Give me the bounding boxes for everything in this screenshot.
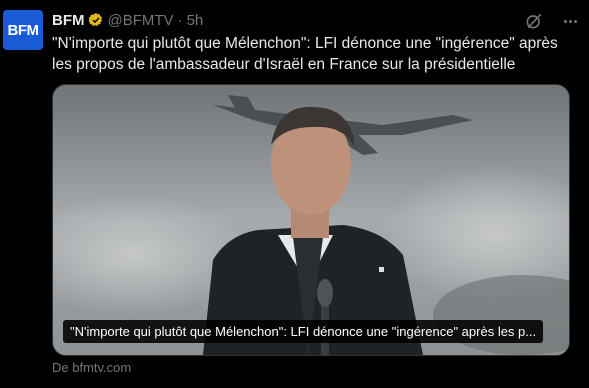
link-source[interactable]: De bfmtv.com [52, 360, 131, 375]
media-caption: "N'importe qui plutôt que Mélenchon": LF… [63, 320, 544, 343]
avatar-text: BFM [7, 21, 40, 39]
media-image [53, 85, 569, 355]
media-card[interactable]: "N'importe qui plutôt que Mélenchon": LF… [52, 84, 570, 356]
more-dot [563, 19, 567, 23]
verified-badge-icon [88, 13, 102, 26]
more-icon[interactable] [559, 11, 581, 31]
timestamp[interactable]: 5h [187, 12, 204, 29]
grok-icon[interactable] [524, 11, 544, 31]
separator-dot: · [177, 11, 183, 29]
tweet-header: BFM @BFMTV · 5h [52, 10, 203, 30]
tweet-text: "N'importe qui plutôt que Mélenchon": LF… [52, 35, 558, 73]
tweet[interactable]: BFM BFM @BFMTV · 5h "N'importe qui plutô… [0, 0, 589, 388]
more-dot [573, 19, 577, 23]
handle[interactable]: @BFMTV [108, 12, 174, 29]
display-name[interactable]: BFM [52, 12, 85, 29]
more-dot [568, 19, 572, 23]
avatar[interactable]: BFM [3, 10, 43, 50]
